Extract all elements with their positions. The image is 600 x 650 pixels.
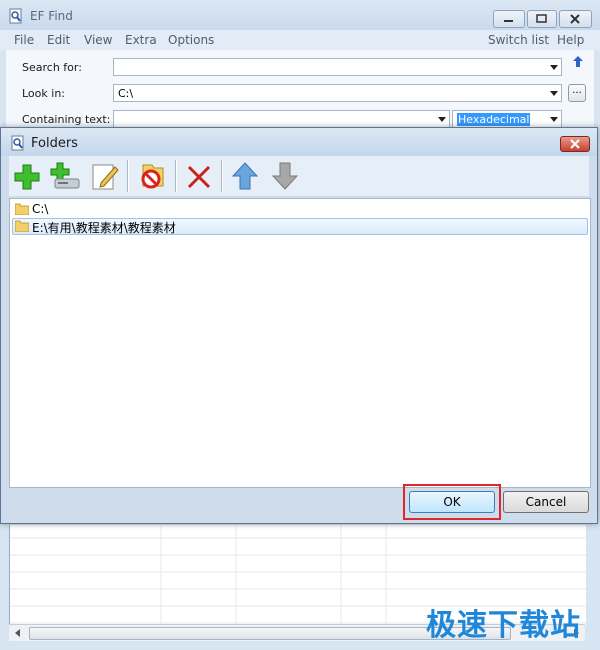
text-mode-combo[interactable]: Hexadecimal (452, 110, 562, 128)
menu-switch-list[interactable]: Switch list (488, 33, 549, 47)
menu-help[interactable]: Help (557, 33, 584, 47)
chevron-down-icon[interactable] (550, 91, 558, 96)
menu-bar: File Edit View Extra Options Switch list… (0, 30, 600, 50)
ok-highlight-box (403, 484, 501, 520)
toolbar-separator (127, 160, 129, 192)
toolbar-separator (175, 160, 177, 192)
arrow-up-icon[interactable] (572, 55, 584, 69)
minimize-icon (504, 20, 513, 22)
dialog-title: Folders (31, 136, 78, 151)
dialog-close-button[interactable] (560, 136, 590, 152)
containing-text-label: Containing text: (22, 113, 111, 126)
menu-options[interactable]: Options (168, 33, 214, 47)
delete-icon (187, 165, 211, 189)
close-button[interactable] (559, 10, 592, 28)
folder-path: C:\ (32, 202, 49, 216)
move-down-icon (271, 162, 299, 190)
dialog-title-bar: Folders (1, 128, 597, 156)
delete-folder-button[interactable] (183, 159, 215, 193)
look-in-label: Look in: (22, 87, 65, 100)
restore-icon (536, 14, 547, 23)
window-title: EF Find (30, 9, 73, 23)
folders-dialog: Folders C:\ E:\有用\教程素材\教程素材 OK Cancel (0, 127, 598, 524)
menu-edit[interactable]: Edit (47, 33, 70, 47)
search-for-combo[interactable] (113, 58, 562, 76)
watermark: 极速下载站 (426, 608, 581, 643)
chevron-down-icon[interactable] (550, 65, 558, 70)
browse-button[interactable]: ... (568, 84, 586, 102)
edit-folder-button[interactable] (89, 159, 121, 193)
text-mode-value: Hexadecimal (457, 113, 531, 126)
menu-extra[interactable]: Extra (125, 33, 157, 47)
exclude-folder-button[interactable] (137, 159, 169, 193)
containing-text-combo[interactable] (113, 110, 450, 128)
add-icon (14, 164, 40, 190)
close-icon (570, 14, 580, 24)
add-drive-button[interactable] (49, 159, 81, 193)
dialog-toolbar (9, 156, 589, 196)
folder-list[interactable]: C:\ E:\有用\教程素材\教程素材 (9, 198, 591, 488)
cancel-button[interactable]: Cancel (503, 491, 589, 513)
edit-icon (92, 164, 119, 190)
magnifier-app-icon (9, 8, 22, 24)
folder-row[interactable]: C:\ (12, 201, 588, 218)
chevron-down-icon[interactable] (550, 117, 558, 122)
exclude-icon (141, 164, 164, 189)
magnifier-app-icon (11, 135, 24, 151)
restore-button[interactable] (527, 10, 557, 28)
move-down-button[interactable] (269, 159, 301, 193)
chevron-down-icon[interactable] (438, 117, 446, 122)
menu-view[interactable]: View (84, 33, 112, 47)
close-icon (570, 139, 580, 149)
search-for-label: Search for: (22, 61, 82, 74)
scroll-left-icon[interactable] (15, 629, 20, 637)
look-in-value: C:\ (118, 87, 134, 100)
folder-icon (15, 203, 29, 215)
add-folder-button[interactable] (11, 159, 43, 193)
folder-row-selected[interactable]: E:\有用\教程素材\教程素材 (12, 218, 588, 235)
menu-file[interactable]: File (14, 33, 34, 47)
minimize-button[interactable] (493, 10, 525, 28)
folder-path: E:\有用\教程素材\教程素材 (32, 221, 176, 235)
folder-icon (15, 220, 29, 232)
move-up-icon (231, 162, 259, 190)
toolbar-separator (221, 160, 223, 192)
main-title-bar: EF Find (0, 0, 600, 30)
look-in-combo[interactable]: C:\ (113, 84, 562, 102)
move-up-button[interactable] (229, 159, 261, 193)
add-drive-icon (50, 162, 80, 189)
